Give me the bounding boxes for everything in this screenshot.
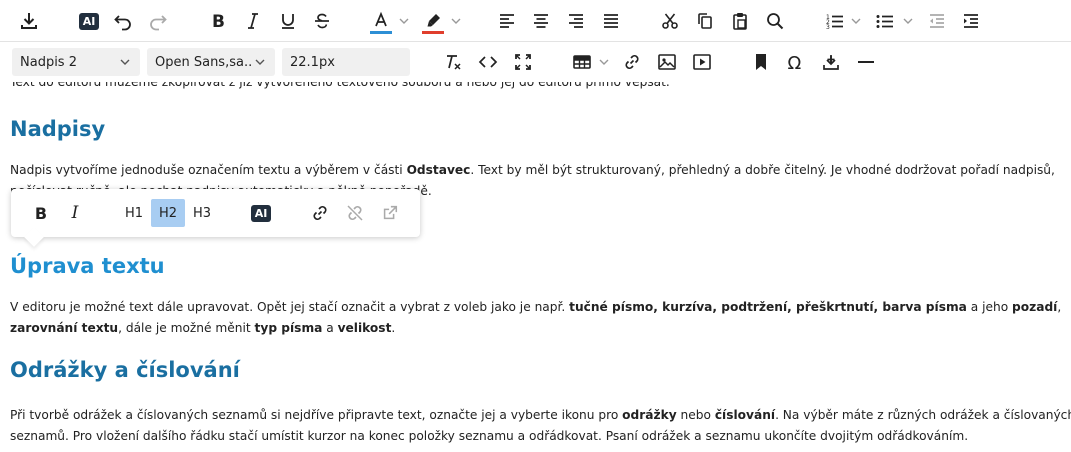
block-format-select[interactable]: Nadpis 2 bbox=[12, 48, 140, 76]
link-icon[interactable] bbox=[619, 47, 645, 77]
unlink-icon[interactable] bbox=[341, 199, 369, 227]
heading-odrazky: Odrážky a číslování bbox=[10, 358, 240, 382]
paragraph-nadpisy: Nadpis vytvoříme jednoduše označením tex… bbox=[10, 160, 1055, 182]
text-span: nebo bbox=[676, 408, 715, 422]
align-right-icon[interactable] bbox=[563, 6, 589, 36]
font-size-select[interactable]: 22.1px bbox=[282, 48, 410, 76]
font-family-value: Open Sans,sa... bbox=[155, 54, 253, 70]
text-span: , bbox=[1057, 300, 1062, 314]
ai-assistant-button[interactable]: AI bbox=[76, 6, 102, 36]
outdent-icon[interactable] bbox=[924, 6, 950, 36]
save-icon[interactable] bbox=[16, 6, 42, 36]
quick-toolbar: B I H1 H2 H3 AI bbox=[11, 189, 420, 247]
chevron-down-icon bbox=[255, 59, 265, 65]
align-center-icon[interactable] bbox=[528, 6, 554, 36]
text-span: a bbox=[322, 321, 338, 335]
table-icon[interactable] bbox=[569, 47, 595, 77]
text-span: V editoru je možné text dále upravovat. … bbox=[10, 300, 570, 314]
source-code-icon[interactable] bbox=[475, 47, 501, 77]
quick-h2-button[interactable]: H2 bbox=[151, 199, 185, 227]
special-character-icon[interactable]: Ω bbox=[783, 47, 809, 77]
bold-icon[interactable]: B bbox=[205, 6, 231, 36]
text-span: , dále je možné měnit bbox=[118, 321, 255, 335]
chevron-down-icon[interactable] bbox=[450, 15, 462, 27]
numbered-list-icon[interactable]: 123 bbox=[822, 6, 848, 36]
svg-text:3: 3 bbox=[826, 24, 830, 31]
editor-toolbar: AI B 1 2 3 Nadpis 2 Open Sans,sa... 22.1… bbox=[0, 0, 1071, 82]
chevron-down-icon bbox=[120, 59, 130, 65]
svg-text:Ω: Ω bbox=[788, 53, 802, 72]
paragraph-uprava: V editoru je možné text dále upravovat. … bbox=[10, 297, 1061, 319]
italic-icon[interactable] bbox=[240, 6, 266, 36]
link-icon[interactable] bbox=[306, 199, 334, 227]
align-left-icon[interactable] bbox=[494, 6, 520, 36]
bold-text: tučné písmo, kurzíva, podtržení, přeškrt… bbox=[569, 300, 967, 314]
image-icon[interactable] bbox=[654, 47, 680, 77]
quickbar-pointer bbox=[24, 227, 44, 247]
underline-icon[interactable] bbox=[275, 6, 301, 36]
paragraph-odrazky: Při tvorbě odrážek a číslovaných seznamů… bbox=[10, 405, 1071, 427]
font-family-select[interactable]: Open Sans,sa... bbox=[147, 48, 275, 76]
ai-label: AI bbox=[251, 204, 271, 222]
bold-text: odrážky bbox=[622, 408, 677, 422]
text-span: . Text by měl být strukturovaný, přehled… bbox=[470, 163, 1055, 177]
bookmark-icon[interactable] bbox=[748, 47, 774, 77]
quick-bold-button[interactable]: B bbox=[27, 199, 55, 227]
bold-text: typ písma bbox=[254, 321, 323, 335]
quick-h3-button[interactable]: H3 bbox=[185, 199, 219, 227]
text-span: Při tvorbě odrážek a číslovaných seznamů… bbox=[10, 408, 623, 422]
quick-ai-button[interactable]: AI bbox=[247, 199, 275, 227]
text-span: . Na výběr máte z různých odrážek a čísl… bbox=[775, 408, 1071, 422]
indent-icon[interactable] bbox=[958, 6, 984, 36]
text-color-icon[interactable] bbox=[368, 6, 394, 36]
highlight-color-icon[interactable] bbox=[420, 6, 446, 36]
fullscreen-icon[interactable] bbox=[510, 47, 536, 77]
bold-text: pozadí bbox=[1012, 300, 1058, 314]
toolbar-row-2: Nadpis 2 Open Sans,sa... 22.1px Ω bbox=[0, 43, 1071, 82]
open-link-icon[interactable] bbox=[376, 199, 404, 227]
paragraph-odrazky-line2: seznamů. Pro vložení dalšího řádku stačí… bbox=[10, 429, 969, 443]
bold-text: zarovnání textu bbox=[10, 321, 119, 335]
copy-icon[interactable] bbox=[692, 6, 718, 36]
chevron-down-icon[interactable] bbox=[850, 15, 862, 27]
clear-formatting-icon[interactable] bbox=[440, 47, 466, 77]
chevron-down-icon[interactable] bbox=[598, 56, 610, 68]
bold-text: velikost bbox=[337, 321, 392, 335]
quick-italic-button[interactable]: I bbox=[61, 199, 89, 227]
toolbar-row-1: AI B 1 2 3 bbox=[0, 0, 1071, 42]
search-icon[interactable] bbox=[762, 6, 788, 36]
align-justify-icon[interactable] bbox=[598, 6, 624, 36]
text-color-swatch bbox=[370, 31, 392, 34]
text-span: . bbox=[391, 321, 396, 335]
bullet-list-icon[interactable] bbox=[872, 6, 898, 36]
paragraph-uprava-line2: zarovnání textu, dále je možné měnit typ… bbox=[10, 318, 395, 340]
quick-h1-button[interactable]: H1 bbox=[117, 199, 151, 227]
bold-text: Odstavec bbox=[406, 163, 471, 177]
svg-text:B: B bbox=[212, 12, 225, 31]
paste-icon[interactable] bbox=[727, 6, 753, 36]
horizontal-line-icon[interactable] bbox=[853, 47, 879, 77]
chevron-down-icon[interactable] bbox=[398, 15, 410, 27]
bold-text: číslování bbox=[714, 408, 776, 422]
redo-icon[interactable] bbox=[145, 6, 171, 36]
ai-label: AI bbox=[79, 12, 99, 30]
text-span: Nadpis vytvoříme jednoduše označením tex… bbox=[10, 163, 407, 177]
insert-icon[interactable] bbox=[818, 47, 844, 77]
strikethrough-icon[interactable] bbox=[309, 6, 335, 36]
undo-icon[interactable] bbox=[110, 6, 136, 36]
heading-uprava-textu: Úprava textu bbox=[10, 254, 165, 278]
highlight-color-swatch bbox=[422, 31, 444, 34]
text-span: a jeho bbox=[966, 300, 1013, 314]
media-icon[interactable] bbox=[689, 47, 715, 77]
cut-icon[interactable] bbox=[657, 6, 683, 36]
heading-nadpisy: Nadpisy bbox=[10, 117, 106, 141]
chevron-down-icon[interactable] bbox=[902, 15, 914, 27]
block-format-value: Nadpis 2 bbox=[20, 54, 77, 70]
font-size-value: 22.1px bbox=[290, 54, 335, 70]
